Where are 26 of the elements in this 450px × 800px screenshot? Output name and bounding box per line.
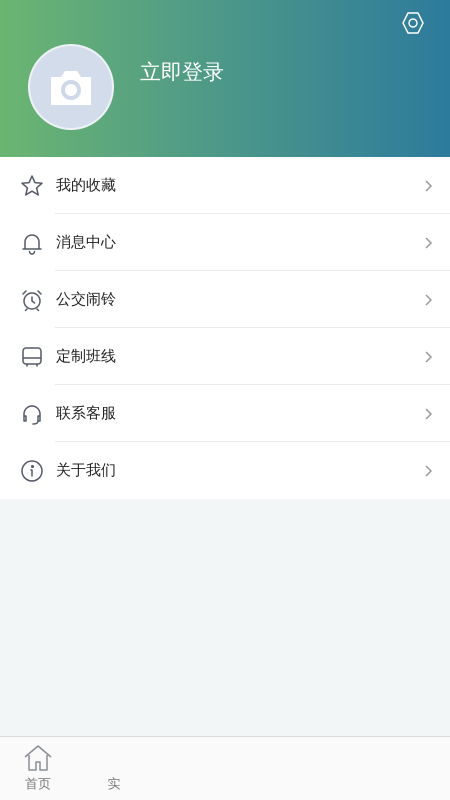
- menu-item[interactable]: 消息中心: [0, 214, 450, 271]
- menu-label: 定制班线: [56, 347, 117, 366]
- menu-label: 我的收藏: [56, 176, 117, 195]
- home-icon: [22, 743, 54, 773]
- chevron-icon: [424, 292, 434, 306]
- menu-item[interactable]: 我的收藏: [0, 157, 450, 214]
- menu-item[interactable]: 定制班线: [0, 328, 450, 385]
- menu-label: 联系客服: [56, 404, 117, 423]
- chevron-icon: [424, 236, 434, 250]
- menu-label: 公交闹铃: [56, 290, 117, 309]
- tab[interactable]: 首页: [0, 743, 76, 800]
- chevron-icon: [424, 178, 434, 192]
- alarm-clock-icon: [20, 288, 44, 312]
- chevron-icon: [424, 350, 434, 364]
- bus-icon: [20, 344, 44, 368]
- menu-item[interactable]: 联系客服: [0, 385, 450, 442]
- menu-item[interactable]: 公交闹铃: [0, 271, 450, 328]
- menu-label: 消息中心: [56, 233, 117, 252]
- tab[interactable]: 实: [76, 743, 152, 800]
- menu-label: 关于我们: [56, 461, 117, 480]
- chevron-icon: [424, 406, 434, 420]
- settings-icon[interactable]: [400, 10, 426, 36]
- star-icon: [20, 174, 44, 198]
- info-icon: [20, 458, 44, 482]
- chevron-icon: [424, 464, 434, 478]
- menu-item[interactable]: 关于我们: [0, 442, 450, 499]
